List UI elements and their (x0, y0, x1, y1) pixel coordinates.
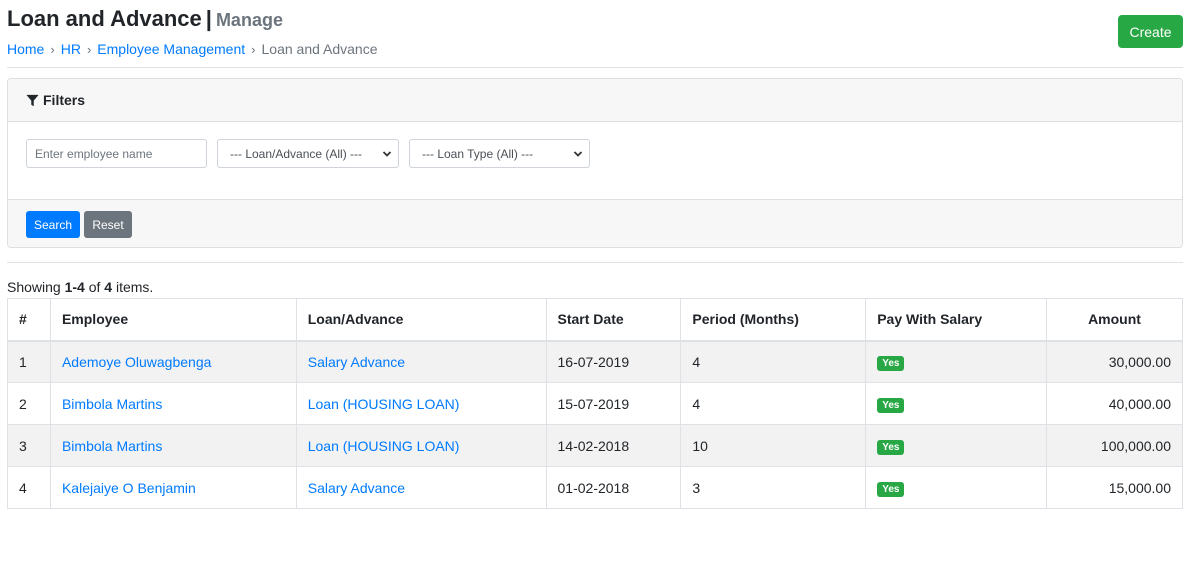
loan-type-selected-value: --- Loan Type (All) --- (422, 146, 534, 161)
row-index: 4 (7, 466, 51, 509)
pay-with-salary-badge: Yes (877, 397, 905, 413)
employee-link[interactable]: Ademoye Oluwagbenga (62, 354, 211, 370)
breadcrumb-hr-link[interactable]: HR (61, 41, 81, 57)
loan-advance-link[interactable]: Salary Advance (308, 480, 405, 496)
table-row: 4 Kalejaiye O Benjamin Salary Advance 01… (7, 466, 1183, 509)
table-row: 2 Bimbola Martins Loan (HOUSING LOAN) 15… (7, 382, 1183, 425)
start-date-cell: 15-07-2019 (545, 382, 682, 425)
table-row: 1 Ademoye Oluwagbenga Salary Advance 16-… (7, 340, 1183, 383)
page-subtitle: Manage (215, 10, 283, 30)
search-button[interactable]: Search (26, 211, 80, 238)
period-cell: 3 (680, 466, 867, 509)
filters-footer: Search Reset (8, 199, 1182, 247)
summary-total: 4 (104, 279, 113, 295)
filters-body: --- Loan/Advance (All) --- --- Loan Type… (8, 122, 1182, 199)
employee-link[interactable]: Bimbola Martins (62, 438, 162, 454)
breadcrumb-employee-management-link[interactable]: Employee Management (97, 41, 245, 57)
chevron-down-icon (573, 150, 583, 157)
employee-link[interactable]: Kalejaiye O Benjamin (62, 480, 196, 496)
table-header-row: # Employee Loan/Advance Start Date Perio… (7, 298, 1183, 342)
amount-cell: 15,000.00 (1046, 466, 1183, 509)
amount-cell: 40,000.00 (1046, 382, 1183, 425)
start-date-cell: 16-07-2019 (545, 340, 682, 383)
column-header-pay-with-salary[interactable]: Pay With Salary (865, 298, 1048, 342)
summary-suffix: items. (112, 279, 154, 295)
amount-cell: 30,000.00 (1046, 340, 1183, 383)
loan-advance-link[interactable]: Salary Advance (308, 354, 405, 370)
row-index: 3 (7, 424, 51, 467)
pay-with-salary-badge: Yes (877, 355, 905, 371)
breadcrumb-separator: › (251, 42, 256, 57)
column-header-employee[interactable]: Employee (49, 298, 297, 342)
filters-title: Filters (43, 92, 86, 108)
page-title: Loan and Advance | Manage (7, 6, 283, 32)
filters-panel: Filters --- Loan/Advance (All) --- --- L… (7, 78, 1183, 248)
breadcrumb-separator: › (50, 42, 55, 57)
column-header-start-date[interactable]: Start Date (545, 298, 682, 342)
column-header-loan-advance[interactable]: Loan/Advance (295, 298, 547, 342)
loan-advance-selected-value: --- Loan/Advance (All) --- (230, 146, 363, 161)
start-date-cell: 14-02-2018 (545, 424, 682, 467)
row-index: 2 (7, 382, 51, 425)
reset-button[interactable]: Reset (84, 211, 132, 238)
title-separator: | (205, 6, 212, 31)
chevron-down-icon (382, 150, 392, 157)
summary-range: 1-4 (64, 279, 85, 295)
period-cell: 10 (680, 424, 867, 467)
start-date-cell: 01-02-2018 (545, 466, 682, 509)
breadcrumb-home-link[interactable]: Home (7, 41, 44, 57)
period-cell: 4 (680, 382, 867, 425)
column-header-period[interactable]: Period (Months) (680, 298, 867, 342)
loan-type-select[interactable]: --- Loan Type (All) --- (409, 139, 590, 168)
breadcrumb: Home › HR › Employee Management › Loan and Adv… (7, 41, 378, 57)
pay-with-salary-badge: Yes (877, 439, 905, 455)
pay-with-salary-badge: Yes (877, 481, 905, 497)
row-index: 1 (7, 340, 51, 383)
page-title-text: Loan and Advance (7, 6, 202, 31)
filter-icon (26, 94, 39, 106)
table-row: 3 Bimbola Martins Loan (HOUSING LOAN) 14… (7, 424, 1183, 467)
loan-advance-link[interactable]: Loan (HOUSING LOAN) (308, 396, 460, 412)
summary-of: of (84, 279, 105, 295)
divider (7, 67, 1183, 68)
loan-advance-link[interactable]: Loan (HOUSING LOAN) (308, 438, 460, 454)
column-header-amount[interactable]: Amount (1046, 298, 1183, 342)
results-summary: Showing 1-4 of 4 items. (7, 279, 153, 295)
period-cell: 4 (680, 340, 867, 383)
amount-cell: 100,000.00 (1046, 424, 1183, 467)
filters-header: Filters (8, 79, 1182, 122)
column-header-index: # (7, 298, 51, 342)
employee-name-input[interactable] (26, 139, 207, 168)
loan-advance-table: # Employee Loan/Advance Start Date Perio… (7, 298, 1183, 509)
summary-prefix: Showing (7, 279, 65, 295)
employee-link[interactable]: Bimbola Martins (62, 396, 162, 412)
divider (7, 262, 1183, 263)
breadcrumb-current: Loan and Advance (261, 41, 378, 57)
loan-advance-select[interactable]: --- Loan/Advance (All) --- (217, 139, 399, 168)
breadcrumb-separator: › (86, 42, 92, 57)
create-button[interactable]: Create (1118, 15, 1183, 48)
